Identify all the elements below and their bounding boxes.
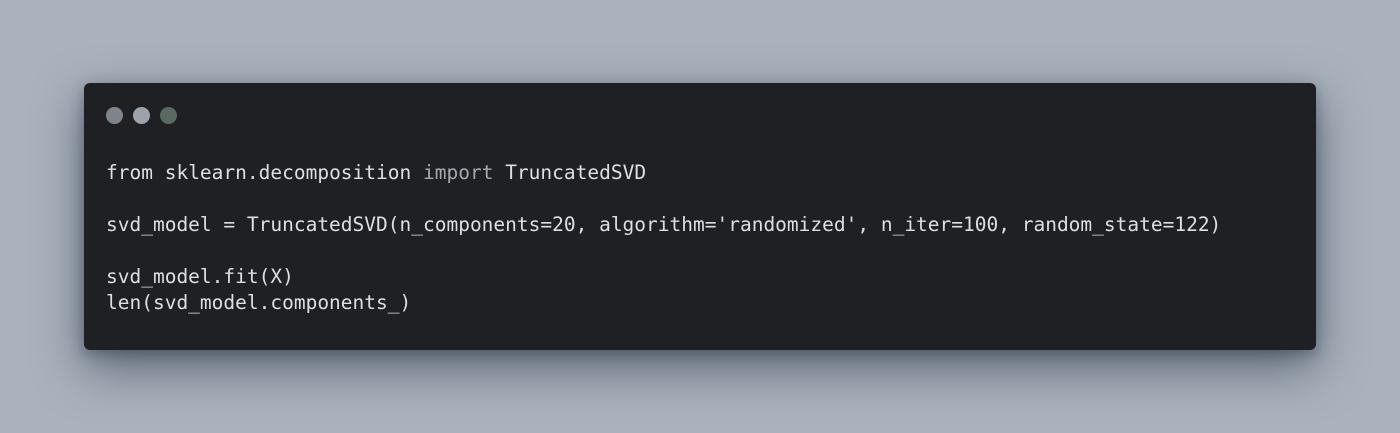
window-controls xyxy=(106,107,177,124)
code-window: from sklearn.decomposition import Trunca… xyxy=(84,83,1316,350)
keyword-from: from xyxy=(106,161,153,184)
keyword-import: import xyxy=(423,161,494,184)
code-line-6: len(svd_model.components_) xyxy=(106,291,412,314)
code-block: from sklearn.decomposition import Trunca… xyxy=(106,160,1221,316)
module-name: sklearn.decomposition xyxy=(152,161,423,184)
code-line-1: from sklearn.decomposition import Trunca… xyxy=(106,160,1221,186)
minimize-dot-icon[interactable] xyxy=(133,107,150,124)
close-dot-icon[interactable] xyxy=(106,107,123,124)
maximize-dot-icon[interactable] xyxy=(160,107,177,124)
code-line-5: svd_model.fit(X) xyxy=(106,265,294,288)
imported-name: TruncatedSVD xyxy=(493,161,647,184)
code-line-3: svd_model = TruncatedSVD(n_components=20… xyxy=(106,213,1222,236)
